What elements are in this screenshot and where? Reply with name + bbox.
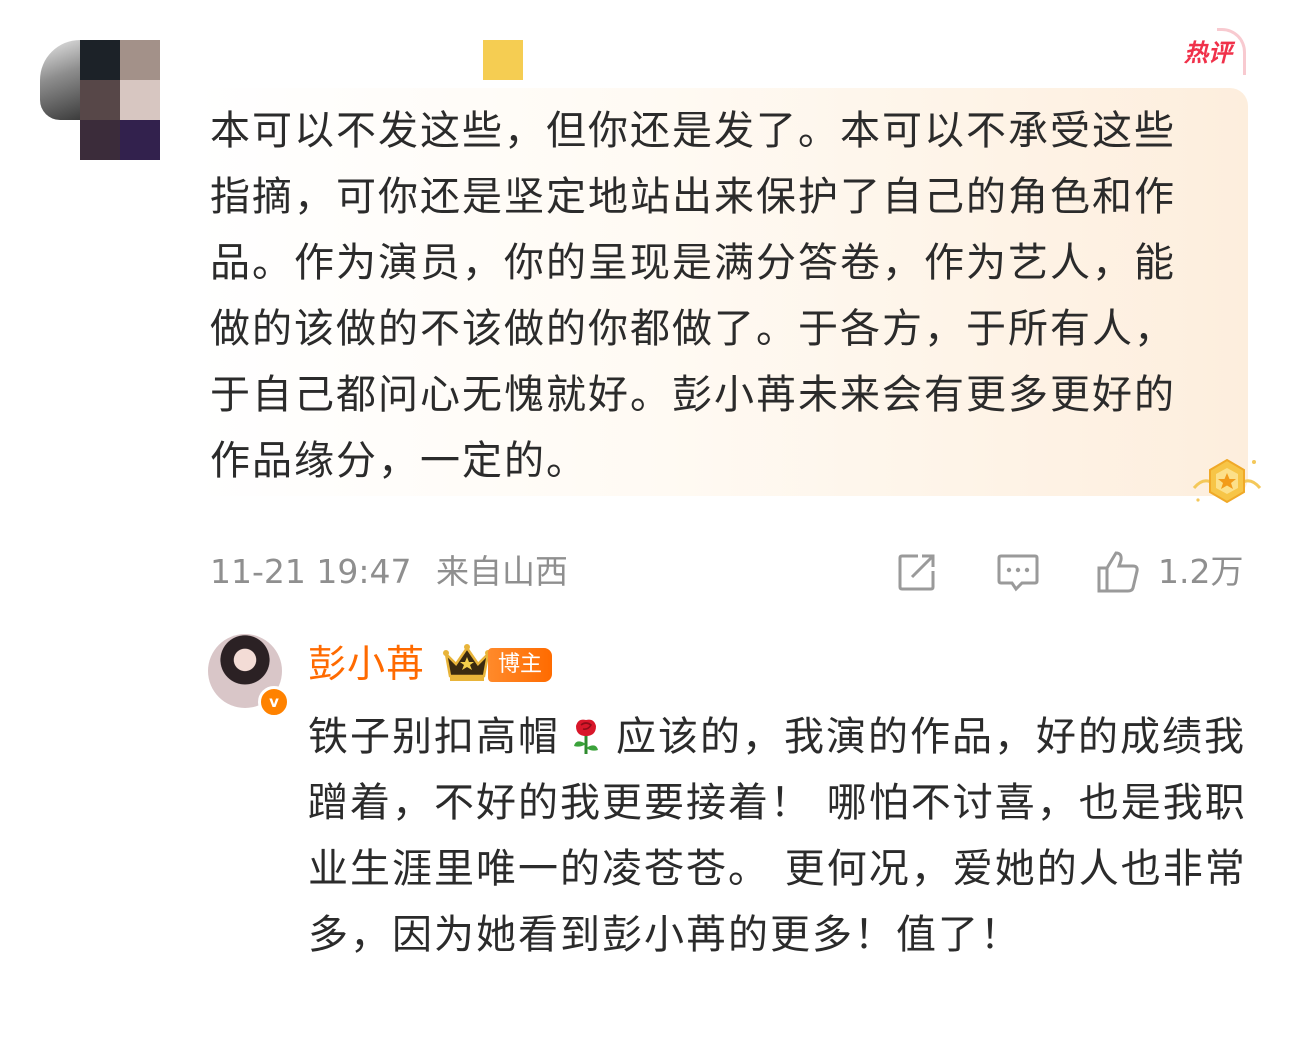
reply-text: 铁子别扣高帽 应该的，我演的作品，好的成绩我蹭着，不好的我更要接着！ 哪怕不讨喜…: [308, 704, 1253, 968]
reply-text-part1: 铁子别扣高帽: [308, 714, 560, 760]
rose-emoji: [574, 719, 598, 754]
repost-icon: [898, 554, 935, 591]
comment-icon: [997, 554, 1039, 592]
repost-button[interactable]: [893, 548, 941, 596]
comment-location: 来自山西: [435, 552, 568, 591]
verified-icon: v: [258, 686, 290, 718]
like-button[interactable]: [1094, 548, 1142, 596]
comment-text: 本可以不发这些，但你还是发了。本可以不承受这些指摘，可你还是坚定地站出来保护了自…: [210, 108, 1176, 484]
crown-icon: [443, 644, 491, 681]
commenter-name-mask: [483, 40, 523, 80]
host-tag: 博主: [488, 648, 553, 682]
comment-timestamp: 11-21 19:47: [210, 552, 412, 591]
like-count: 1.2万: [1158, 552, 1244, 591]
medal-icon: [1192, 458, 1262, 504]
hot-comment-badge: 热评: [1168, 26, 1248, 75]
commenter-avatar[interactable]: [40, 40, 160, 160]
reply-author-name[interactable]: 彭小苒: [308, 638, 425, 690]
comment-meta: 11-21 19:47 来自山西: [210, 548, 582, 596]
comment-button[interactable]: [994, 548, 1042, 596]
like-icon: [1097, 551, 1139, 593]
